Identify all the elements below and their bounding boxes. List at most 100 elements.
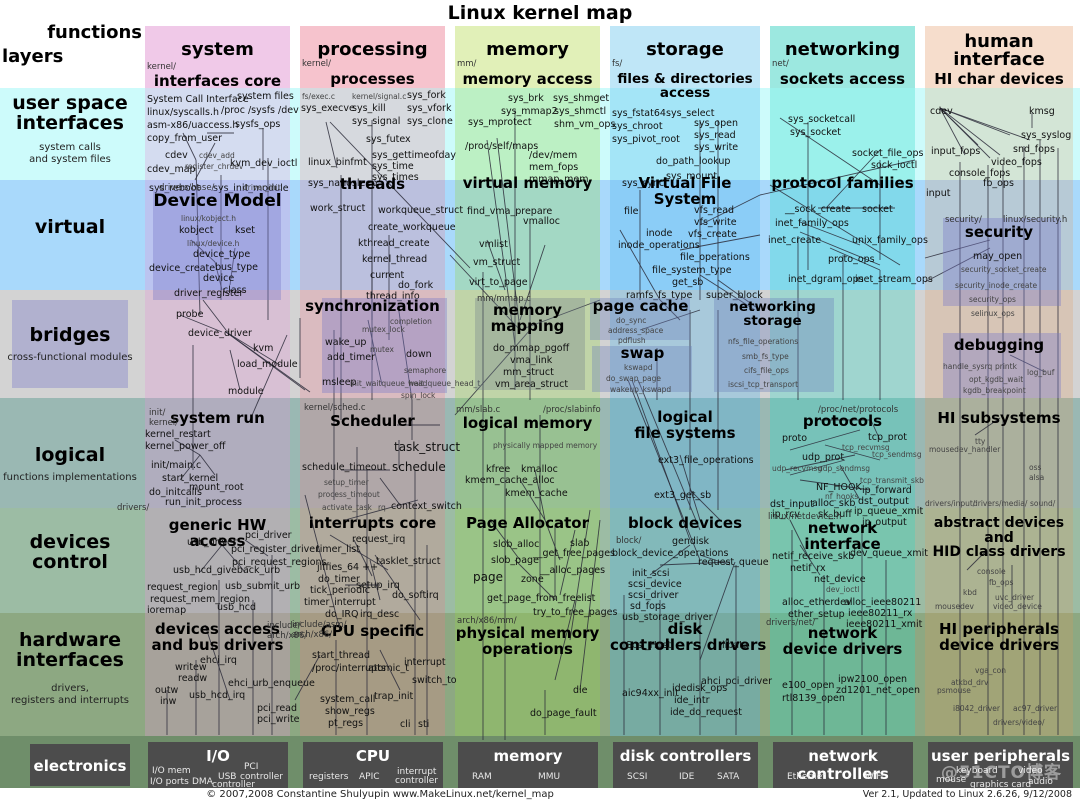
fn-run-init-process: run_init_process — [165, 497, 242, 508]
fn-e100-open: e100_open — [782, 680, 835, 691]
fn-init-scsi: init_scsi — [632, 568, 670, 579]
fn-sys-execve: sys_execve — [301, 103, 355, 114]
fn-kobject: kobject — [179, 225, 214, 236]
block-memory-mapping-title: memory mapping — [490, 301, 565, 335]
fn-sys-open: sys_open — [694, 118, 738, 129]
layer-user-space: user space interfaces system calls and s… — [0, 88, 140, 180]
block-security-title: security — [964, 223, 1034, 241]
fn-net-device: net_device — [814, 574, 866, 585]
fn-copy-from-user: copy_from_user — [147, 133, 223, 144]
fn-proto-ops: proto_ops — [828, 254, 875, 265]
fn-netif-rx: netif_rx — [790, 563, 826, 574]
fn-get-sb: get_sb — [672, 277, 704, 288]
block-devices-access: devices access and bus drivers include/ … — [145, 617, 315, 729]
block-debugging-title: debugging — [953, 336, 1045, 354]
fn-kset: kset — [235, 225, 256, 236]
fn-trap-init: trap_init — [374, 691, 414, 702]
fn-probe: probe — [176, 309, 204, 320]
block-processes-title: processes — [330, 70, 415, 88]
block-block-devices-title: block devices — [627, 514, 743, 532]
fn-mousedev: mousedev — [935, 602, 974, 611]
path-sound: sound/ — [1030, 499, 1056, 508]
fn-sti: sti — [418, 719, 430, 730]
fn-jiffies-64: jiffies_64 ++ — [317, 562, 379, 573]
fn-system-call-interface: System Call Interface — [147, 94, 249, 105]
fn-do-swap-page: do_swap_page — [606, 374, 661, 383]
fn-sys-socket: sys_socket — [790, 127, 841, 138]
block-sockets-access-title: sockets access — [779, 70, 906, 88]
fn-vma-link: vma_link — [510, 355, 553, 366]
fn-inode-operations: inode_operations — [618, 240, 700, 251]
fn-tcp-sendmsg: tcp_sendmsg — [872, 450, 922, 459]
fn-wakeup-kswapd: wakeup_kswapd — [610, 385, 672, 394]
fn-dev-queue-xmit: dev_queue_xmit — [850, 548, 928, 559]
fn-do-fork: do_fork — [398, 280, 434, 291]
path-include-asm-x86: include/asm/ arch/x86/ — [292, 620, 347, 640]
block-memory-access-title: memory access — [462, 70, 593, 88]
fn-shm-vm-ops: shm_vm_ops — [554, 119, 616, 130]
fn-timer-list: timer_list — [316, 544, 361, 555]
fn-workqueue-struct: workqueue_struct — [378, 205, 464, 216]
block-threads-title: threads — [339, 175, 406, 193]
block-page-cache: page cache do_sync address_space pdflush — [588, 296, 693, 345]
block-hi-peripherals-title: HI peripherals device drivers — [939, 620, 1059, 654]
fn-device-type: device_type — [193, 249, 251, 260]
fn-inode: inode — [646, 228, 673, 239]
block-memory-access: memory access mm/ sys_brk sys_shmget sys… — [455, 59, 615, 185]
block-logical-memory-title: logical memory — [462, 414, 593, 432]
fn-pci-driver: pci_driver — [245, 530, 292, 541]
fn-scsi-device: scsi_device — [628, 579, 682, 590]
layer-virtual-title: virtual — [34, 216, 106, 238]
fn-bus-type: bus_type — [215, 262, 258, 273]
fn-add-timer: add_timer — [327, 352, 376, 363]
electronics-network-ethernet: Ethernet — [787, 772, 826, 782]
fn-tasklet-struct: tasklet_struct — [376, 556, 441, 567]
fn-sys-gettimeofday: sys_gettimeofday — [372, 150, 456, 161]
fn-schedule: schedule — [392, 460, 446, 474]
fn-slob-page: slob_page — [491, 555, 539, 566]
fn-sys-kill: sys_kill — [352, 103, 386, 114]
block-networking-storage-title: networking storage — [729, 299, 816, 330]
block-disk-controllers: disk controllers drivers Scsi_Host libat… — [610, 618, 772, 730]
fn-sock-create: __sock_create — [785, 204, 851, 215]
footer-copyright: © 2007,2008 Constantine Shulyupin www.Ma… — [206, 789, 554, 800]
fn-gendisk: gendisk — [672, 536, 710, 547]
fn-dev-mem: /dev/mem — [529, 150, 578, 161]
footer-version: Ver 2.1, Updated to Linux 2.6.26, 9/12/2… — [862, 789, 1072, 800]
block-sockets-access: sockets access net/ sys_socketcall sys_s… — [770, 59, 923, 178]
fn-process-timeout: process_timeout — [318, 490, 380, 499]
electronics-memory-mmu: MMU — [538, 772, 561, 782]
fn-oss: oss — [1029, 463, 1042, 472]
fn-vga-con: vga_con — [975, 666, 1007, 675]
block-synchronization-title: synchronization — [305, 297, 440, 315]
fn-fb-ops-abstract: fb_ops — [989, 578, 1014, 587]
fn-idedisk-ops: idedisk_ops — [672, 683, 728, 694]
fn-init-main-c: init/main.c — [151, 460, 202, 471]
fn-ioremap: ioremap — [147, 605, 187, 616]
block-page-allocator-title: Page Allocator — [466, 514, 589, 532]
fn-sys-mmap2: sys_mmap2 — [501, 106, 558, 117]
fn-vfs-read: vfs_read — [694, 205, 735, 216]
fn-may-open: may_open — [973, 251, 1023, 262]
electronics-cpu-title: CPU — [355, 747, 391, 765]
fn-wake-up: wake_up — [325, 337, 367, 348]
electronics-io-mem: I/O mem — [152, 766, 191, 776]
fn-do-mmap-pgoff: do_mmap_pgoff — [493, 343, 570, 354]
fn-ide-do-request: ide_do_request — [670, 707, 742, 718]
block-threads: threads work_struct workqueue_struct cre… — [300, 173, 463, 302]
column-header-memory: memory — [486, 38, 569, 60]
layer-bridges-sub: cross-functional modules — [7, 352, 133, 363]
fn-kgdb-breakpoint: kgdb_breakpoint — [963, 386, 1026, 395]
fn-schedule-timeout: schedule_timeout — [302, 462, 387, 473]
block-security: security/ linux/security.h security may_… — [925, 213, 1073, 318]
electronics-io-title: I/O — [206, 747, 230, 765]
fn-ipw2100-open: ipw2100_open — [838, 674, 908, 685]
block-scheduler: kernel/sched.c Scheduler task_struct sch… — [300, 400, 462, 512]
fn-file-operations: file_operations — [680, 252, 750, 263]
block-synchronization: synchronization completion mutex_lock wa… — [300, 295, 480, 400]
page-title: Linux kernel map — [447, 2, 633, 24]
fn-task-struct: task_struct — [394, 440, 461, 454]
fn-down: down — [406, 349, 432, 360]
fn-usb-submit-urb: usb_submit_urb — [225, 581, 301, 592]
path-kernel-processing: kernel/ — [302, 59, 332, 69]
